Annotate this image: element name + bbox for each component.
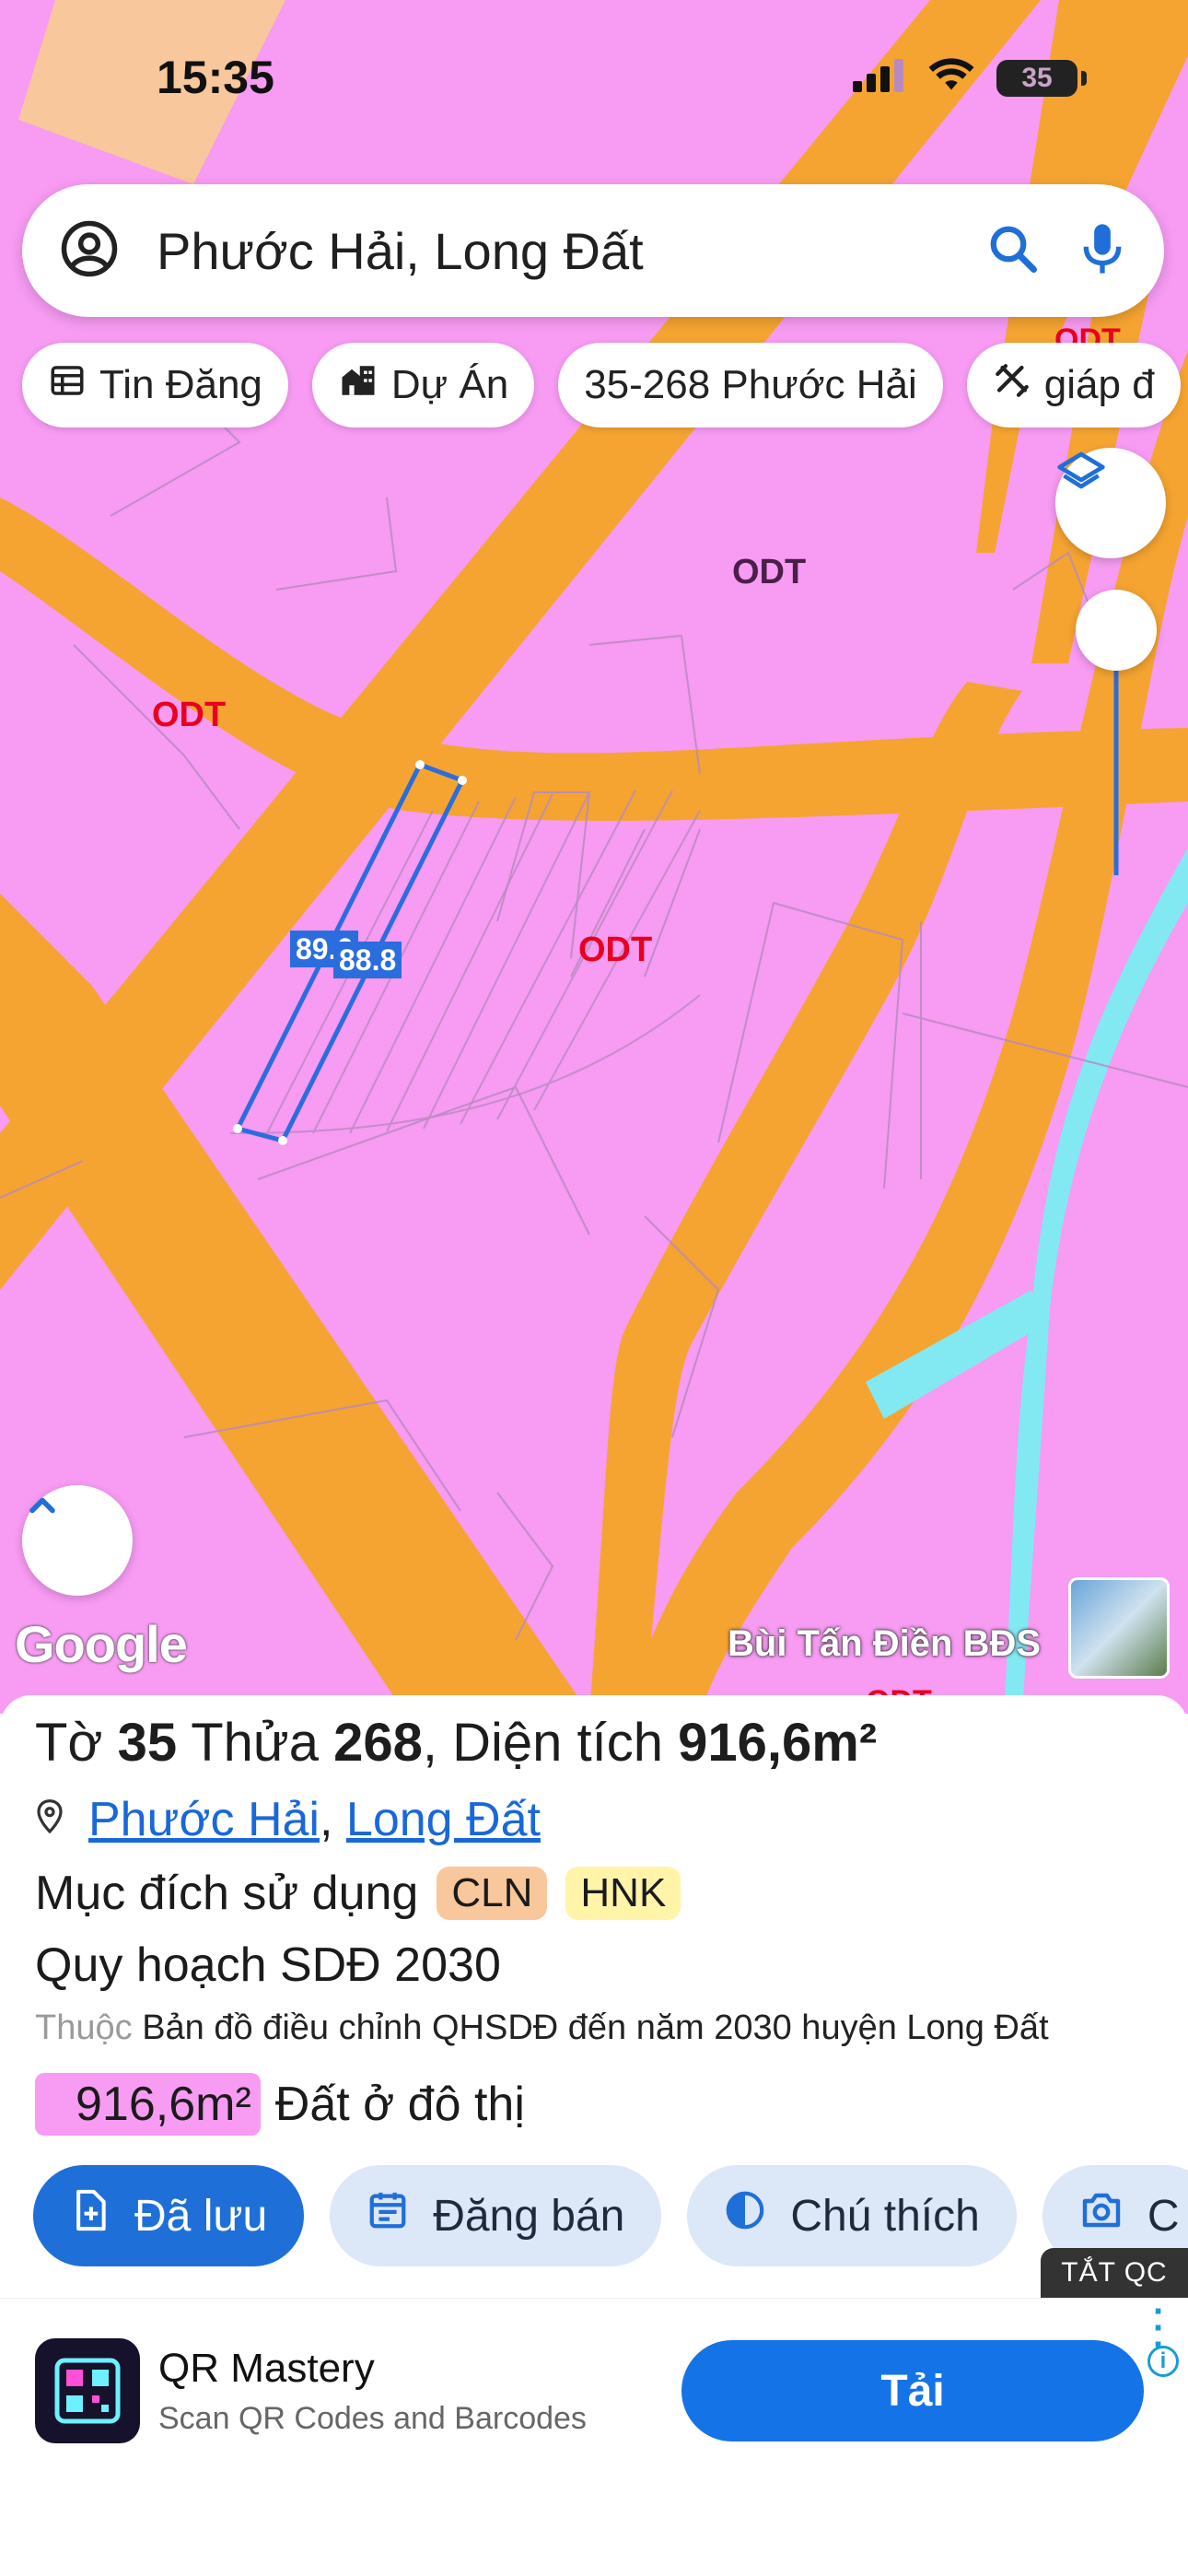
plan-source-prefix: Thuộc: [35, 2008, 133, 2047]
status-icons: 35: [853, 57, 1087, 99]
google-attribution: Google: [15, 1615, 188, 1673]
search-icon[interactable]: [985, 221, 1041, 281]
plan-source-text: Bản đồ điều chỉnh QHSDĐ đến năm 2030 huy…: [142, 2008, 1049, 2047]
ruler-icon: [993, 361, 1031, 410]
separator: ,: [320, 1793, 346, 1846]
owner-avatar[interactable]: [1068, 1577, 1170, 1679]
post-sale-button[interactable]: Đăng bán: [330, 2165, 662, 2266]
chip-label: giáp đ: [1043, 362, 1155, 407]
plan-title: Quy hoạch SDĐ 2030: [35, 1938, 501, 1992]
battery-level: 35: [1021, 62, 1053, 93]
ad-app-icon[interactable]: [35, 2338, 140, 2443]
dimension-label: 88.8: [333, 942, 402, 978]
button-label: Đăng bán: [433, 2191, 625, 2241]
zone-name: Đất ở đô thị: [274, 2078, 525, 2131]
location-pin-icon: [35, 1792, 64, 1847]
action-bar: Đã lưu Đăng bán Chú thích C: [33, 2165, 1188, 2266]
calendar-icon: [367, 2189, 409, 2242]
zone-area-value: 916,6m²: [35, 2073, 261, 2136]
sheet-label: Tờ: [35, 1713, 103, 1773]
district-link[interactable]: Long Đất: [346, 1793, 541, 1846]
contrast-icon: [724, 2189, 766, 2242]
search-bar[interactable]: Phước Hải, Long Đất: [22, 184, 1164, 317]
zone-label: ODT: [152, 696, 227, 734]
land-use-row: Mục đích sử dụng CLN HNK: [35, 1866, 681, 1921]
chip-label: 35-268 Phước Hải: [584, 362, 917, 407]
account-icon[interactable]: [59, 218, 120, 284]
file-add-icon: [70, 2188, 111, 2243]
building-icon: [338, 361, 379, 410]
chip-label: Dự Án: [390, 362, 509, 407]
close-ads-button[interactable]: TẮT QC: [1041, 2248, 1188, 2298]
chip-adjacent[interactable]: giáp đ: [966, 343, 1181, 427]
ad-app-name: QR Mastery: [158, 2346, 375, 2391]
land-use-label: Mục đích sử dụng: [35, 1867, 419, 1920]
area-label: Diện tích: [452, 1713, 664, 1773]
status-time: 15:35: [157, 52, 274, 103]
saved-button[interactable]: Đã lưu: [33, 2165, 305, 2266]
legend-button[interactable]: Chú thích: [687, 2165, 1017, 2266]
table-icon: [48, 361, 87, 410]
parcel-title: Tờ 35 Thửa 268, Diện tích 916,6m²: [35, 1712, 877, 1774]
filter-chips: Tin Đăng Dự Án 35-268 Phước Hải giáp đ: [22, 343, 1181, 427]
zoom-slider-handle[interactable]: [1076, 590, 1157, 671]
location-row: Phước Hải, Long Đất: [35, 1792, 541, 1847]
zone-label: ODT: [578, 931, 653, 969]
separator: ,: [422, 1713, 437, 1773]
ad-install-button[interactable]: Tải: [681, 2340, 1144, 2441]
ward-link[interactable]: Phước Hải: [88, 1793, 320, 1846]
button-label: Đã lưu: [134, 2191, 268, 2241]
battery-icon: 35: [996, 59, 1087, 97]
expand-panel-button[interactable]: [22, 1485, 133, 1596]
area-value: 916,6m²: [678, 1713, 878, 1773]
lot-number: 268: [333, 1713, 423, 1773]
camera-icon: [1079, 2189, 1124, 2242]
chip-label: Tin Đăng: [99, 362, 262, 407]
ad-info-icon[interactable]: i: [1147, 2346, 1179, 2377]
owner-watermark: Bùi Tấn Điền BĐS: [728, 1623, 1042, 1664]
chip-du-an[interactable]: Dự Án: [311, 343, 535, 427]
ad-app-description: Scan QR Codes and Barcodes: [158, 2401, 587, 2436]
land-use-tag: HNK: [565, 1867, 681, 1920]
lot-label: Thửa: [191, 1713, 319, 1773]
microphone-icon[interactable]: [1077, 220, 1127, 282]
chip-tin-dang[interactable]: Tin Đăng: [22, 343, 288, 427]
button-label: C: [1147, 2191, 1180, 2241]
zone-label: ODT: [732, 553, 807, 591]
button-label: Chú thích: [790, 2191, 980, 2241]
zone-area-row: 916,6m² Đất ở đô thị: [35, 2073, 525, 2136]
signal-icon: [853, 59, 906, 97]
land-use-tag: CLN: [437, 1867, 548, 1920]
wifi-icon: [926, 57, 976, 99]
layers-button[interactable]: [1055, 448, 1166, 558]
search-query[interactable]: Phước Hải, Long Đất: [157, 221, 985, 281]
plan-source: Thuộc Bản đồ điều chỉnh QHSDĐ đến năm 20…: [35, 2008, 1049, 2048]
chip-parcel[interactable]: 35-268 Phước Hải: [558, 343, 943, 427]
sheet-number: 35: [117, 1713, 178, 1773]
